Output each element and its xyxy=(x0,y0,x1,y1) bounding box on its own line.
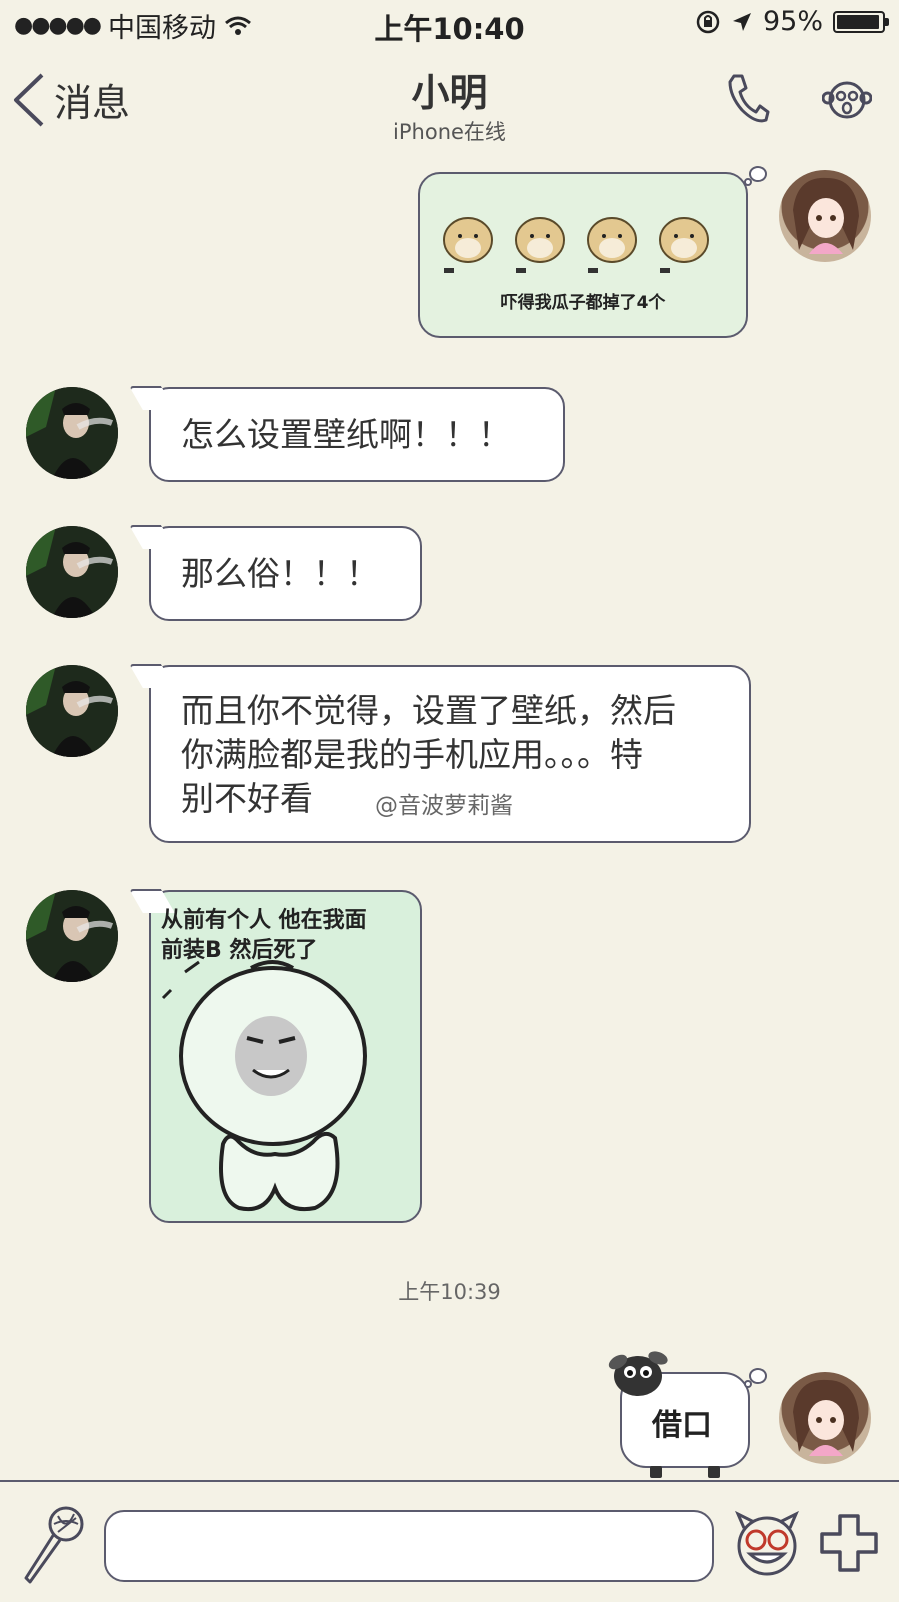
message-bubble-received[interactable]: 怎么设置壁纸啊！！！ xyxy=(149,387,565,482)
message-text: 怎么设置壁纸啊！！！ xyxy=(181,415,511,454)
battery-level xyxy=(837,14,879,29)
my-avatar[interactable] xyxy=(779,170,871,262)
friend-avatar[interactable] xyxy=(26,526,118,618)
monkey-face-icon[interactable] xyxy=(822,76,872,124)
sticker-caption: 借口 xyxy=(652,1408,712,1443)
timestamp-divider: 上午10:39 xyxy=(398,1280,501,1304)
friend-avatar-image xyxy=(26,665,118,757)
sticker-message-sent[interactable]: 借口 xyxy=(608,1351,750,1478)
location-arrow-icon xyxy=(732,12,751,31)
battery-percent: 95% xyxy=(762,6,823,37)
friend-avatar[interactable] xyxy=(26,387,118,479)
sticker-caption: 吓得我瓜子都掉了4个 xyxy=(500,293,666,313)
input-bar xyxy=(0,1480,899,1602)
rotation-lock-icon xyxy=(696,10,720,33)
message-bubble-received[interactable]: 那么俗！！！ xyxy=(149,526,422,621)
nav-bar: 消息 小明 iPhone在线 xyxy=(0,52,899,152)
anime-girl-avatar-image xyxy=(793,177,859,254)
message-line: 你满脸都是我的手机应用。。。特 xyxy=(181,735,643,774)
sticker-message-received[interactable]: 从前有个人 他在我面 前装B 然后死了 xyxy=(149,890,422,1223)
battery-icon xyxy=(833,10,889,33)
friend-avatar[interactable] xyxy=(26,890,118,982)
watermark: @音波萝莉酱 xyxy=(375,793,513,819)
friend-avatar-image xyxy=(26,526,118,618)
sticker-message-sent[interactable]: 吓得我瓜子都掉了4个 xyxy=(418,172,748,338)
sheep-leg xyxy=(708,1466,720,1478)
my-avatar[interactable] xyxy=(779,1372,871,1464)
sticker-caption-line: 从前有个人 他在我面 xyxy=(161,908,367,933)
phone-icon[interactable] xyxy=(726,72,770,124)
message-line: 而且你不觉得，设置了壁纸，然后 xyxy=(181,691,676,730)
message-line: 别不好看 xyxy=(181,779,313,818)
microphone-icon[interactable] xyxy=(20,1504,86,1584)
sheep-leg xyxy=(650,1466,662,1478)
friend-avatar-image xyxy=(26,890,118,982)
status-bar: ●●●●● 中国移动 上午10:40 95% xyxy=(0,0,899,48)
friend-avatar[interactable] xyxy=(26,665,118,757)
anime-girl-avatar-image xyxy=(793,1379,859,1456)
hamster-sticker-image xyxy=(443,217,709,273)
bubble-tail-icon xyxy=(744,1368,767,1388)
meme-face-sticker-image xyxy=(161,960,367,1211)
bubble-tail-icon xyxy=(744,166,767,186)
emoji-face-icon[interactable] xyxy=(734,1508,800,1576)
plus-icon[interactable] xyxy=(818,1512,880,1574)
message-text: 那么俗！！！ xyxy=(181,554,379,593)
message-input[interactable] xyxy=(104,1510,714,1582)
friend-avatar-image xyxy=(26,387,118,479)
